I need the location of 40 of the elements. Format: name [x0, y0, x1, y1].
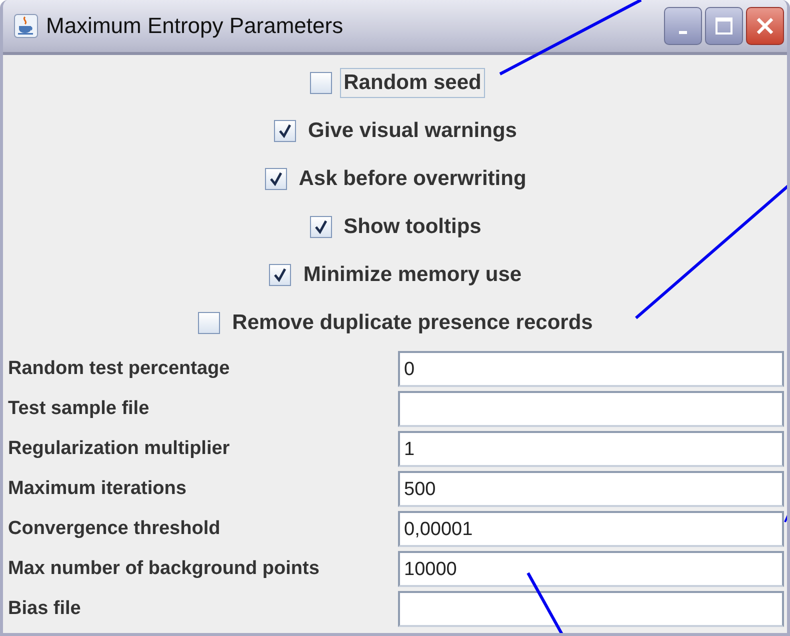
input-field[interactable]: 0,00001: [398, 511, 784, 547]
checkbox[interactable]: [310, 216, 332, 238]
leader-line: [526, 572, 564, 633]
cup-icon: [14, 14, 38, 38]
field-label: Random test percentage: [8, 357, 231, 381]
field-label: Convergence threshold: [8, 517, 222, 541]
input-field[interactable]: 10000: [398, 551, 784, 587]
checkbox[interactable]: [310, 72, 332, 94]
check-icon: [278, 124, 292, 138]
checkbox-label: Remove duplicate presence records: [231, 310, 594, 336]
maximize-button[interactable]: [705, 7, 743, 45]
field-label: Test sample file: [8, 397, 150, 421]
checkbox[interactable]: [264, 168, 287, 190]
check-icon: [268, 172, 283, 186]
check-icon: [273, 268, 288, 282]
input-field[interactable]: 0: [398, 351, 784, 387]
window-title: Maximum Entropy Parameters: [46, 13, 344, 39]
input-field[interactable]: [398, 391, 784, 427]
checkbox-label: Minimize memory use: [302, 262, 523, 288]
checkbox-label: Give visual warnings: [307, 118, 518, 144]
maximize-icon: [715, 17, 733, 35]
checkbox[interactable]: [269, 264, 292, 286]
close-icon: [755, 16, 775, 36]
checkbox-label: Ask before overwriting: [298, 166, 528, 192]
field-label: Max number of background points: [8, 557, 320, 581]
checkbox-label: Random seed: [340, 68, 486, 98]
input-field[interactable]: 500: [398, 471, 784, 507]
checkbox[interactable]: [274, 120, 296, 142]
minimize-button[interactable]: [664, 7, 702, 45]
field-label: Maximum iterations: [8, 477, 188, 501]
checkbox-label: Show tooltips: [342, 214, 482, 240]
input-field[interactable]: 1: [398, 431, 784, 467]
field-label: Bias file: [8, 597, 82, 621]
field-label: Regularization multiplier: [8, 437, 231, 461]
checkbox[interactable]: [198, 312, 220, 334]
close-button[interactable]: [746, 7, 784, 45]
input-field[interactable]: [398, 591, 784, 627]
leader-line: [784, 512, 787, 522]
minimize-icon: [679, 30, 687, 34]
check-icon: [314, 220, 328, 234]
